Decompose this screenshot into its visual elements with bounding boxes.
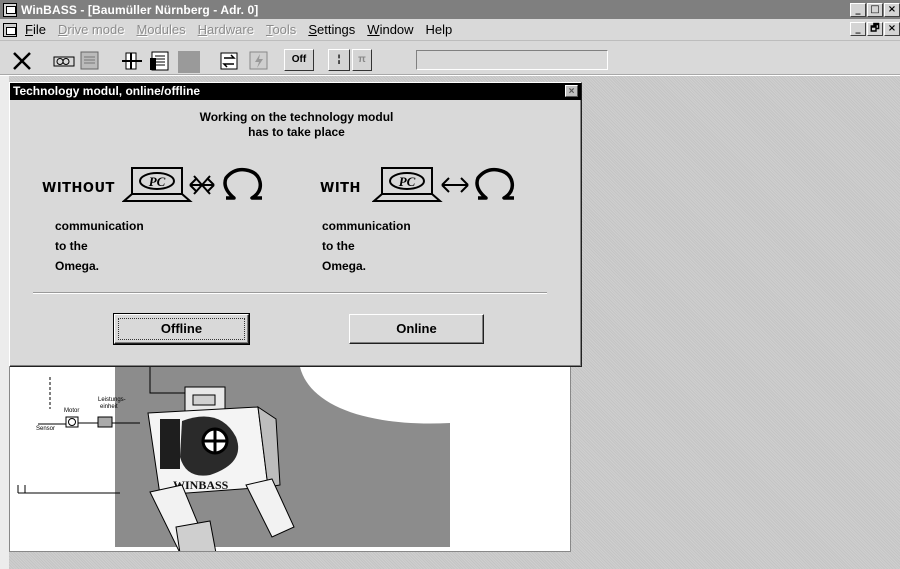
focus-rect — [118, 318, 245, 340]
off-button[interactable]: Off — [284, 49, 314, 71]
document-list-icon[interactable] — [149, 50, 173, 72]
child-restore-button[interactable]: 🗗 — [867, 22, 883, 36]
offline-button[interactable]: Offline — [113, 313, 250, 345]
mascot-book — [160, 419, 180, 469]
status-field — [416, 50, 608, 70]
app-icon[interactable] — [3, 2, 17, 17]
omega-icon-right — [475, 167, 515, 200]
with-description: communication to the Omega. — [322, 216, 411, 276]
menu-window[interactable]: Window — [367, 22, 413, 37]
stop-button[interactable]: ¦ — [328, 49, 350, 71]
menu-settings[interactable]: Settings — [308, 22, 355, 37]
title-bar[interactable]: WinBASS - [Baumüller Nürnberg - Adr. 0] … — [0, 0, 900, 19]
without-description: communication to the Omega. — [55, 216, 144, 276]
dialog-message-line-2: has to take place — [248, 125, 345, 139]
with-desc-line-2: to the — [322, 239, 355, 253]
document-icon[interactable] — [3, 22, 17, 37]
pc-link-omega-graphic: PC — [372, 167, 515, 202]
connection-arrow-icon — [441, 177, 469, 193]
with-desc-line-1: communication — [322, 219, 411, 233]
without-desc-line-2: to the — [55, 239, 88, 253]
without-desc-line-1: communication — [55, 219, 144, 233]
technology-modul-dialog: Technology modul, online/offline × Worki… — [9, 82, 582, 367]
pc-laptop-icon-right: PC — [372, 167, 443, 202]
menu-hardware[interactable]: Hardware — [198, 22, 254, 37]
window-controls: _ □ × — [850, 2, 900, 17]
no-connection-icon — [189, 175, 215, 195]
without-desc-line-3: Omega. — [55, 259, 100, 273]
without-label: WITHOUT — [42, 181, 115, 196]
pc-label-right: PC — [399, 174, 416, 189]
pc-no-link-omega-graphic: PC — [122, 167, 263, 202]
drive-settings-icon[interactable] — [120, 50, 144, 72]
toolbar: Off ¦ π — [0, 41, 900, 75]
menu-modules[interactable]: Modules — [136, 22, 185, 37]
parameter-list-icon[interactable] — [79, 50, 101, 72]
picture-label-motor: Motor — [64, 408, 79, 414]
picture-label-power-unit-1: Leistungs- — [98, 397, 126, 403]
exit-icon[interactable] — [9, 50, 35, 72]
child-close-button[interactable]: × — [884, 22, 900, 36]
background-picture-window: Motor Leistungs- einheit Sensor WINBASS — [9, 366, 571, 552]
child-minimize-button[interactable]: _ — [850, 22, 866, 36]
omega-icon-left — [223, 167, 263, 200]
online-button-label: Online — [396, 321, 437, 336]
dialog-close-button[interactable]: × — [565, 85, 578, 97]
window-title: WinBASS - [Baumüller Nürnberg - Adr. 0] — [21, 2, 259, 17]
pc-laptop-icon-left: PC — [122, 167, 193, 202]
dialog-separator — [33, 292, 547, 294]
close-button[interactable]: × — [884, 2, 900, 17]
dialog-message-line-1: Working on the technology modul — [199, 110, 394, 124]
online-button[interactable]: Online — [349, 314, 484, 344]
maximize-button[interactable]: □ — [867, 2, 883, 17]
menu-drive-mode[interactable]: Drive mode — [58, 22, 124, 37]
connect-icon[interactable] — [52, 50, 76, 72]
menu-tools[interactable]: Tools — [266, 22, 296, 37]
transfer-icon[interactable] — [218, 50, 242, 72]
picture-label-sensor: Sensor — [36, 426, 55, 432]
menu-help[interactable]: Help — [426, 22, 453, 37]
picture-label-power-unit-2: einheit — [100, 404, 118, 410]
dialog-title-bar[interactable]: Technology modul, online/offline × — [10, 83, 581, 100]
lightning-icon[interactable] — [248, 50, 270, 72]
baseline-line — [17, 485, 120, 494]
power-unit-symbol — [97, 416, 113, 428]
child-window-controls: _ 🗗 × — [850, 22, 900, 36]
winbass-splash-graphic: Motor Leistungs- einheit Sensor WINBASS — [17, 367, 450, 551]
menu-bar: File Drive mode Modules Hardware Tools S… — [0, 19, 900, 41]
with-desc-line-3: Omega. — [322, 259, 367, 273]
with-label: WITH — [320, 181, 361, 196]
pause-button[interactable]: π — [352, 49, 372, 71]
minimize-button[interactable]: _ — [850, 2, 866, 17]
client-left-edge — [0, 76, 9, 569]
dialog-title: Technology modul, online/offline — [13, 84, 201, 98]
grey-block-icon[interactable] — [178, 51, 200, 73]
pc-label-left: PC — [149, 174, 166, 189]
menu-file[interactable]: File — [25, 22, 46, 37]
